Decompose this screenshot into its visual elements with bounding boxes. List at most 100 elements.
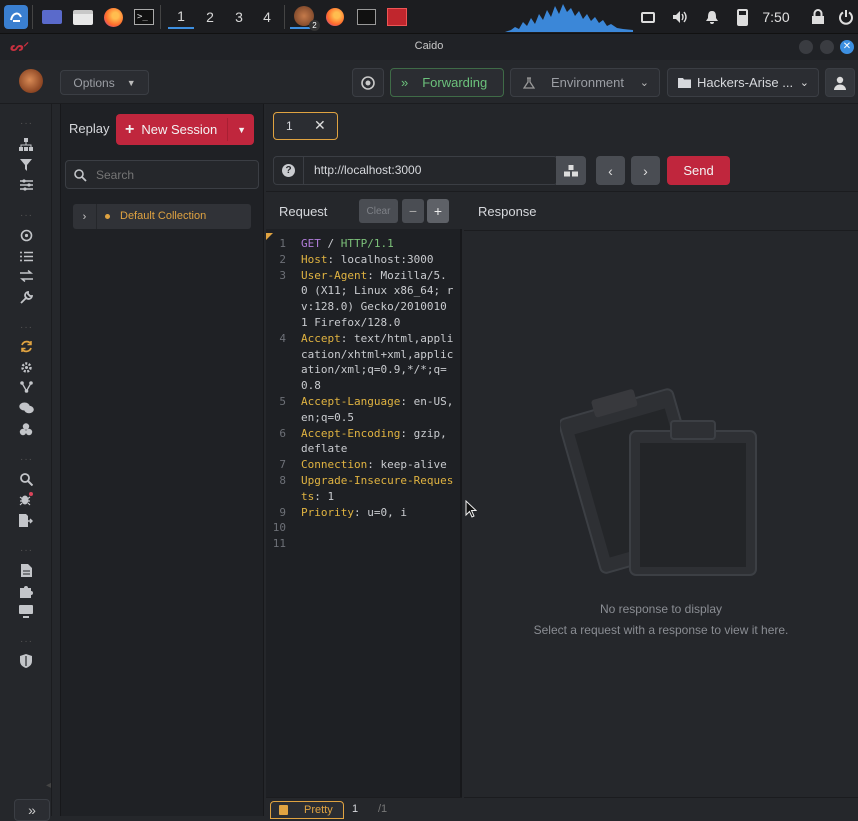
filter-icon[interactable] [17,157,35,173]
lock-icon[interactable] [808,5,828,29]
list-icon[interactable] [17,248,35,264]
notification-icon[interactable] [702,5,722,29]
clear-button[interactable]: Clear [359,199,398,223]
response-footer [464,797,858,816]
chevron-down-icon: ▼ [126,77,136,88]
minimize-button[interactable] [799,40,813,54]
puzzle-icon[interactable] [17,583,35,599]
tab-session-1[interactable]: 1 ✕ [273,112,338,140]
bug-icon[interactable] [17,491,35,507]
line-number: 8 [279,474,286,487]
chevron-right-icon[interactable]: › [73,204,97,229]
expand-icon[interactable]: » [14,799,50,821]
caido-task-icon[interactable]: 2 [290,5,320,31]
file-icon[interactable] [17,562,35,578]
launcher-icon[interactable] [4,5,28,29]
new-session-button[interactable]: + New Session ▼ [116,114,254,145]
app-task-icon[interactable] [385,5,409,29]
tab-label: 1 [286,119,293,133]
clock: 7:50 [762,9,790,25]
plus-icon: + [125,120,135,138]
request-header: Request Clear − + [266,193,462,229]
help-icon[interactable]: ? [274,157,304,184]
firefox-icon[interactable] [101,5,125,29]
close-window-button[interactable]: ✕ [840,40,854,54]
workspace-3[interactable]: 3 [226,5,252,29]
workspace-1[interactable]: 1 [168,5,194,29]
caido-logo-icon[interactable] [19,69,43,93]
code-line[interactable]: Accept-Encoding: gzip, deflate [301,426,463,458]
connection-settings-button[interactable] [556,156,586,185]
power-icon[interactable] [836,5,856,29]
chat-icon[interactable] [17,400,35,416]
search-icon[interactable] [17,471,35,487]
firefox-task-icon[interactable] [323,5,347,29]
line-number: 10 [272,521,286,535]
project-dropdown[interactable]: Hackers-Arise ... ⌄ [667,68,819,97]
page-total: /1 [378,803,388,815]
automate-icon[interactable] [17,359,35,375]
url-field[interactable]: ? http://localhost:3000 [273,156,558,185]
code-line[interactable]: Priority: u=0, i [301,505,463,521]
swap-icon[interactable] [17,268,35,284]
sliders-icon[interactable] [17,177,35,193]
code-line[interactable]: Accept: text/html,appli cation/xhtml+xml… [301,331,463,394]
page-input[interactable]: 1 [352,803,358,815]
minus-icon: − [408,203,418,219]
maximize-button[interactable] [820,40,834,54]
code-line[interactable]: GET / HTTP/1.1 [301,236,463,252]
files-icon[interactable] [71,5,95,29]
document-icon [279,805,288,815]
workspace-4[interactable]: 4 [254,5,280,29]
plugins-icon[interactable] [17,421,35,437]
environment-dropdown[interactable]: Environment ⌄ [510,68,660,97]
monitor-icon[interactable] [17,603,35,619]
collection-item[interactable]: › Default Collection [73,204,251,229]
pretty-toggle[interactable]: Pretty [270,801,344,819]
desktop-icon[interactable] [40,5,64,29]
account-button[interactable] [825,68,855,97]
terminal-task-icon[interactable] [354,5,378,29]
code-line[interactable]: Accept-Language: en-US, en;q=0.5 [301,394,463,426]
wrench-icon[interactable] [17,289,35,305]
shield-icon[interactable] [17,653,35,669]
minus-button[interactable]: − [402,199,424,223]
boxes-icon [564,164,578,176]
send-button[interactable]: Send [667,156,730,185]
forwarding-button[interactable]: » Forwarding [390,68,504,97]
code-line[interactable]: Upgrade-Insecure-Reques ts: 1 [301,473,463,505]
empty-hint: Select a request with a response to view… [533,623,789,637]
code-line[interactable]: User-Agent: Mozilla/5. 0 (X11; Linux x86… [301,268,463,331]
network-graph-icon [505,4,633,32]
options-dropdown[interactable]: Options ▼ [60,70,149,95]
previous-button[interactable]: ‹ [596,156,625,185]
app-toolbar: Options ▼ » Forwarding Environment ⌄ Hac… [0,60,858,104]
intercept-toggle-button[interactable] [352,68,384,97]
header-name: Accept [301,331,341,345]
next-button[interactable]: › [631,156,660,185]
search-input[interactable] [96,166,246,184]
line-number: 11 [272,537,286,551]
terminal-icon[interactable]: >_ [132,5,156,29]
close-icon[interactable]: ✕ [314,117,326,134]
crosshair-icon[interactable] [17,227,35,243]
options-label: Options [73,75,115,90]
navigation-rail: ··· ··· ··· ··· ··· ··· ◂ » [0,104,52,821]
export-icon[interactable] [17,512,35,528]
header-name: Host [301,252,328,266]
search-icon [74,169,87,182]
plus-button[interactable]: + [427,199,449,223]
workflow-icon[interactable] [17,379,35,395]
display-icon[interactable] [638,5,658,29]
response-pane: Response No response to display Select a… [464,193,858,816]
header-value: : keep-alive [367,458,447,472]
code-line[interactable]: Host: localhost:3000 [301,252,463,268]
search-box[interactable] [65,160,259,189]
volume-icon[interactable] [670,5,690,29]
workspace-2[interactable]: 2 [197,5,223,29]
header-name: Priority [301,505,354,519]
sitemap-icon[interactable] [17,136,35,152]
replay-icon[interactable] [17,338,35,354]
url-value[interactable]: http://localhost:3000 [314,163,421,177]
code-line[interactable]: Connection: keep-alive [301,457,463,473]
